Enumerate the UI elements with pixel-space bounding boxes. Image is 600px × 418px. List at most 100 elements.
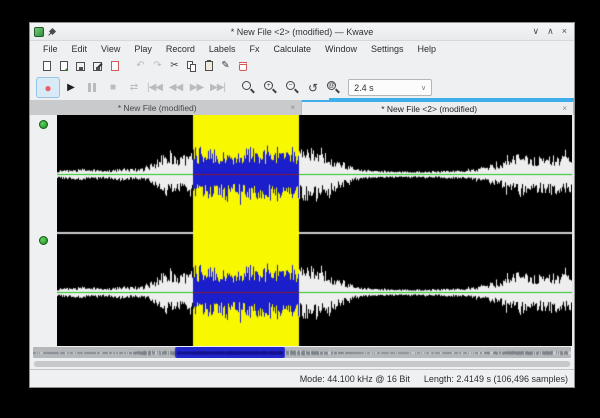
save-as-icon <box>93 62 102 71</box>
forward-icon: ▶▶ <box>190 83 203 93</box>
zoom-toolbar: + − ↺ @ <box>242 81 340 94</box>
draw-pen-icon: ✎ <box>221 61 229 71</box>
scrollbar-thumb[interactable] <box>34 361 570 367</box>
menu-item-edit[interactable]: Edit <box>65 41 95 57</box>
tab-close-icon[interactable]: × <box>284 103 301 112</box>
status-bar: Mode: 44.100 kHz @ 16 Bit Length: 2.4149… <box>30 369 574 387</box>
trash-icon <box>239 62 247 71</box>
save-button[interactable] <box>72 58 89 74</box>
delete-button[interactable] <box>234 58 251 74</box>
close-file-icon <box>111 61 119 71</box>
file-toolbar: ↶ ↷ ✂ ✎ <box>30 57 574 75</box>
zoom-factor-combobox[interactable]: 2.4 s ∨ <box>348 79 432 96</box>
menu-item-settings[interactable]: Settings <box>364 41 411 57</box>
menu-item-play[interactable]: Play <box>127 41 159 57</box>
horizontal-scrollbar <box>30 359 574 369</box>
overview-canvas[interactable] <box>33 347 571 358</box>
copy-icon <box>187 61 197 72</box>
paste-button[interactable] <box>200 58 217 74</box>
waveform-area <box>57 115 574 346</box>
close-button[interactable]: × <box>562 23 567 40</box>
cut-icon: ✂ <box>170 61 178 71</box>
title-bar[interactable]: * New File <2> (modified) — Kwave ∨ ∧ × <box>30 23 574 41</box>
overview-bar <box>30 346 574 359</box>
zoom-selection-button[interactable] <box>242 81 255 94</box>
playback-toolbar: ● ▶ ■ ⇄ |◀◀ ◀◀ ▶▶ ▶▶| + − ↺ @ 2.4 s ∨ <box>30 75 574 100</box>
zoom-selection-icon <box>242 81 251 90</box>
track-1-controls <box>30 115 57 231</box>
menu-item-help[interactable]: Help <box>411 41 444 57</box>
zoom-in-button[interactable]: + <box>264 81 277 94</box>
zoom-100-button[interactable]: @ <box>327 81 340 94</box>
stop-button[interactable]: ■ <box>102 78 123 97</box>
rewind-button[interactable]: ◀◀ <box>165 78 186 97</box>
menu-item-fx[interactable]: Fx <box>242 41 266 57</box>
pause-icon <box>88 83 96 92</box>
open-file-icon <box>60 61 68 71</box>
window-title: * New File <2> (modified) — Kwave <box>30 27 574 37</box>
play-button[interactable]: ▶ <box>60 78 81 97</box>
tab-label: * New File (modified) <box>30 103 284 113</box>
close-file-button[interactable] <box>106 58 123 74</box>
maximize-button[interactable]: ∧ <box>547 23 554 40</box>
new-file-icon <box>43 61 51 71</box>
zoom-out-icon: − <box>286 81 295 90</box>
tab-close-icon[interactable]: × <box>556 104 573 113</box>
track-2-enabled-led[interactable] <box>39 236 48 245</box>
menu-item-view[interactable]: View <box>94 41 127 57</box>
track-2-controls <box>30 231 57 347</box>
desktop: { "window": { "title": "* New File <2> (… <box>0 0 600 418</box>
copy-button[interactable] <box>183 58 200 74</box>
menu-item-file[interactable]: File <box>36 41 65 57</box>
redo-button[interactable]: ↷ <box>149 58 166 74</box>
draw-button[interactable]: ✎ <box>217 58 234 74</box>
undo-icon: ↶ <box>136 61 144 71</box>
zoom-100-icon: @ <box>327 81 336 90</box>
tab-new-file[interactable]: * New File (modified) × <box>30 100 302 115</box>
kwave-window: * New File <2> (modified) — Kwave ∨ ∧ × … <box>29 22 575 388</box>
menu-item-calculate[interactable]: Calculate <box>266 41 318 57</box>
go-to-start-icon: |◀◀ <box>147 83 162 93</box>
menu-item-labels[interactable]: Labels <box>202 41 243 57</box>
open-file-button[interactable] <box>55 58 72 74</box>
loop-button[interactable]: ⇄ <box>123 78 144 97</box>
status-mode: Mode: 44.100 kHz @ 16 Bit <box>300 374 410 384</box>
zoom-in-icon: + <box>264 81 273 90</box>
rewind-icon: ◀◀ <box>169 83 182 93</box>
undo-button[interactable]: ↶ <box>132 58 149 74</box>
go-to-end-button[interactable]: ▶▶| <box>207 78 228 97</box>
save-icon <box>76 62 85 71</box>
go-to-end-icon: ▶▶| <box>210 83 225 93</box>
zoom-out-button[interactable]: − <box>286 81 299 94</box>
window-controls: ∨ ∧ × <box>533 23 574 40</box>
new-file-button[interactable] <box>38 58 55 74</box>
waveform-canvas[interactable] <box>57 115 572 351</box>
pause-button[interactable] <box>81 78 102 97</box>
zoom-factor-value: 2.4 s <box>354 83 374 93</box>
redo-icon: ↷ <box>153 61 161 71</box>
chevron-down-icon: ∨ <box>421 84 426 92</box>
loop-icon: ⇄ <box>130 83 137 93</box>
menu-bar: FileEditViewPlayRecordLabelsFxCalculateW… <box>30 41 574 57</box>
status-length: Length: 2.4149 s (106,496 samples) <box>424 374 568 384</box>
zoom-all-button[interactable]: ↺ <box>308 82 318 94</box>
tab-bar: * New File (modified) × * New File <2> (… <box>30 100 574 115</box>
record-icon: ● <box>44 82 51 94</box>
menu-item-record[interactable]: Record <box>159 41 202 57</box>
menu-item-window[interactable]: Window <box>318 41 364 57</box>
tab-label: * New File <2> (modified) <box>302 104 556 114</box>
save-as-button[interactable] <box>89 58 106 74</box>
shade-button[interactable]: ∨ <box>533 23 540 40</box>
stop-icon: ■ <box>110 83 115 93</box>
tab-new-file-2[interactable]: * New File <2> (modified) × <box>302 100 574 115</box>
track-1-enabled-led[interactable] <box>39 120 48 129</box>
scrollbar-track[interactable] <box>33 361 571 367</box>
cut-button[interactable]: ✂ <box>166 58 183 74</box>
paste-icon <box>205 61 213 71</box>
signal-view <box>30 115 574 346</box>
play-icon: ▶ <box>67 83 74 93</box>
forward-button[interactable]: ▶▶ <box>186 78 207 97</box>
go-to-start-button[interactable]: |◀◀ <box>144 78 165 97</box>
record-button[interactable]: ● <box>36 77 60 98</box>
track-controls-strip <box>30 115 57 346</box>
